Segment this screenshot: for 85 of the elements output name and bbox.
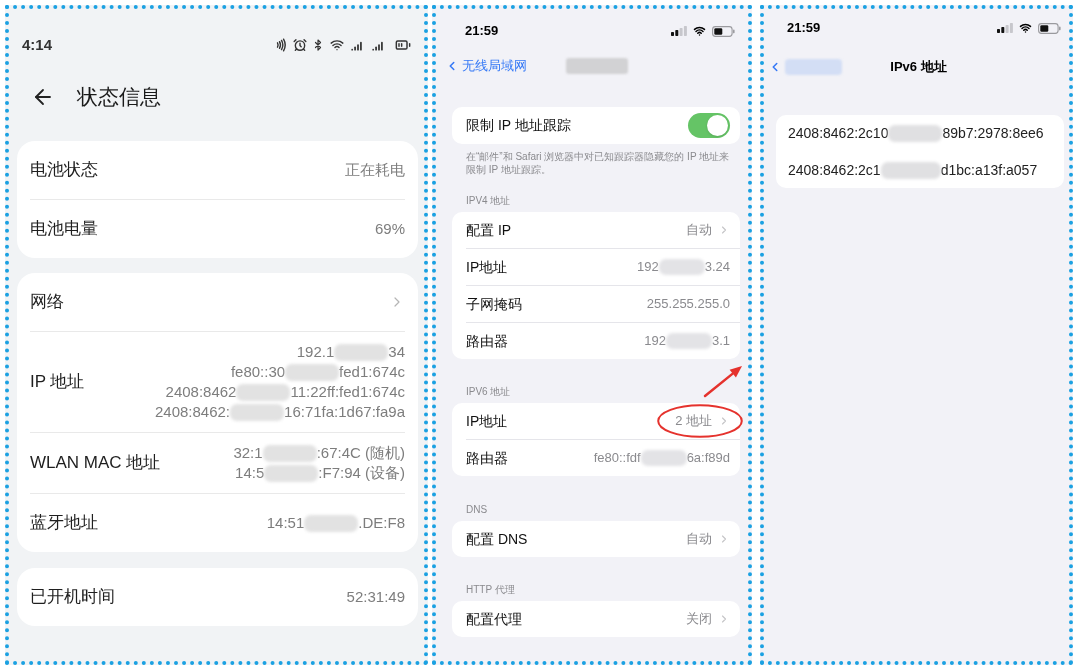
- row-value: 52:31:49: [346, 587, 405, 607]
- row-value: fe80::fdf: [593, 449, 641, 468]
- row-value: .DE:F8: [358, 513, 405, 533]
- wifi-icon: [692, 25, 707, 37]
- row-label: 配置 DNS: [466, 529, 528, 549]
- alarm-clock-icon: [293, 38, 307, 52]
- row-value: 192: [637, 258, 659, 277]
- section-header: IPV6 地址: [466, 385, 511, 398]
- row-label: 路由器: [466, 448, 508, 468]
- pointer-arrow: [702, 363, 744, 399]
- blurred-patch: [334, 343, 389, 361]
- blurred-patch: [262, 444, 317, 462]
- bluetooth-icon: [312, 38, 324, 52]
- row-label: 配置 IP: [466, 220, 512, 240]
- address-text: d1bc:a13f:a057: [940, 161, 1038, 179]
- nav-title: IPv6 地址: [890, 59, 947, 75]
- row-value: 2408:8462: [165, 382, 237, 402]
- blurred-patch: [236, 383, 291, 401]
- signal-icon: [997, 23, 1013, 33]
- row-label: 蓝牙地址: [30, 512, 98, 535]
- blurred-patch: [665, 333, 712, 349]
- blurred-patch: [880, 161, 941, 179]
- row-value: 3.1: [711, 332, 730, 351]
- address-text: 89b7:2978:8ee6: [942, 124, 1044, 142]
- row-value: :F7:94 (设备): [318, 463, 405, 483]
- row-value: 6a:f89d: [686, 449, 730, 468]
- row-label: WLAN MAC 地址: [30, 452, 161, 475]
- row-value: 16:71fa:1d67:fa9a: [284, 402, 405, 422]
- row-value: fe80::30: [230, 362, 286, 382]
- row-value: 2 地址: [675, 412, 712, 431]
- row-label: IP地址: [466, 411, 508, 431]
- row-label: 电池状态: [30, 159, 98, 182]
- footnote-text: 在“邮件”和 Safari 浏览器中对已知跟踪器隐藏您的 IP 地址来限制 IP 地址跟踪。: [466, 150, 730, 176]
- battery-icon: [712, 25, 735, 37]
- section-header: HTTP 代理: [466, 583, 515, 596]
- row-value: 14:51: [266, 513, 305, 533]
- row-label: 子网掩码: [466, 294, 522, 314]
- blurred-patch: [565, 58, 628, 74]
- row-value: 自动: [686, 530, 712, 549]
- address-text: 2408:8462:2c1: [788, 161, 881, 179]
- signal-icon: [671, 26, 687, 36]
- row-value: 69%: [374, 219, 405, 239]
- blurred-patch: [304, 514, 359, 532]
- address-text: 2408:8462:2c10: [788, 124, 889, 142]
- blurred-patch: [785, 59, 842, 75]
- row-value: 34: [388, 342, 405, 362]
- page-title: 状态信息: [77, 85, 161, 109]
- row-label: 配置代理: [466, 609, 522, 629]
- contactless-icon: [274, 38, 288, 52]
- row-label: 已开机时间: [30, 586, 115, 609]
- row-value: 2408:8462:: [154, 402, 231, 422]
- row-value: 3.24: [704, 258, 730, 277]
- row-label: 电池电量: [30, 218, 98, 241]
- row-value: 11:22ff:fed1:674c: [290, 382, 405, 402]
- row-value: 192.1: [296, 342, 335, 362]
- status-time: 21:59: [465, 23, 499, 39]
- row-value: :67:4C (随机): [316, 443, 405, 463]
- row-label: 路由器: [466, 331, 508, 351]
- toggle-switch[interactable]: [688, 113, 730, 138]
- row-label: IP地址: [466, 257, 508, 277]
- battery-icon: [1038, 22, 1061, 34]
- blurred-patch: [285, 363, 340, 381]
- blurred-patch: [230, 403, 285, 421]
- wifi-icon: [1018, 22, 1033, 34]
- row-value: 255.255.255.0: [646, 295, 730, 314]
- status-time: 21:59: [787, 20, 821, 36]
- row-value: 自动: [686, 221, 712, 240]
- row-value: 192: [644, 332, 666, 351]
- blurred-patch: [264, 464, 319, 482]
- section-header: IPV4 地址: [466, 194, 511, 207]
- row-value: 正在耗电: [345, 160, 405, 180]
- row-label: 限制 IP 地址跟踪: [466, 116, 571, 135]
- status-time: 4:14: [22, 34, 53, 55]
- row-label: IP 地址: [30, 371, 85, 394]
- row-value: fed1:674c: [339, 362, 405, 382]
- wifi-icon: [329, 38, 345, 52]
- blurred-patch: [888, 124, 943, 142]
- blurred-patch: [658, 259, 705, 275]
- back-link[interactable]: 无线局域网: [462, 58, 527, 74]
- row-label: 网络: [30, 291, 64, 314]
- section-header: DNS: [466, 503, 488, 516]
- row-value: 32:1: [233, 443, 263, 463]
- row-value: 关闭: [686, 610, 712, 629]
- blurred-patch: [640, 450, 687, 466]
- row-value: 14:5: [235, 463, 265, 483]
